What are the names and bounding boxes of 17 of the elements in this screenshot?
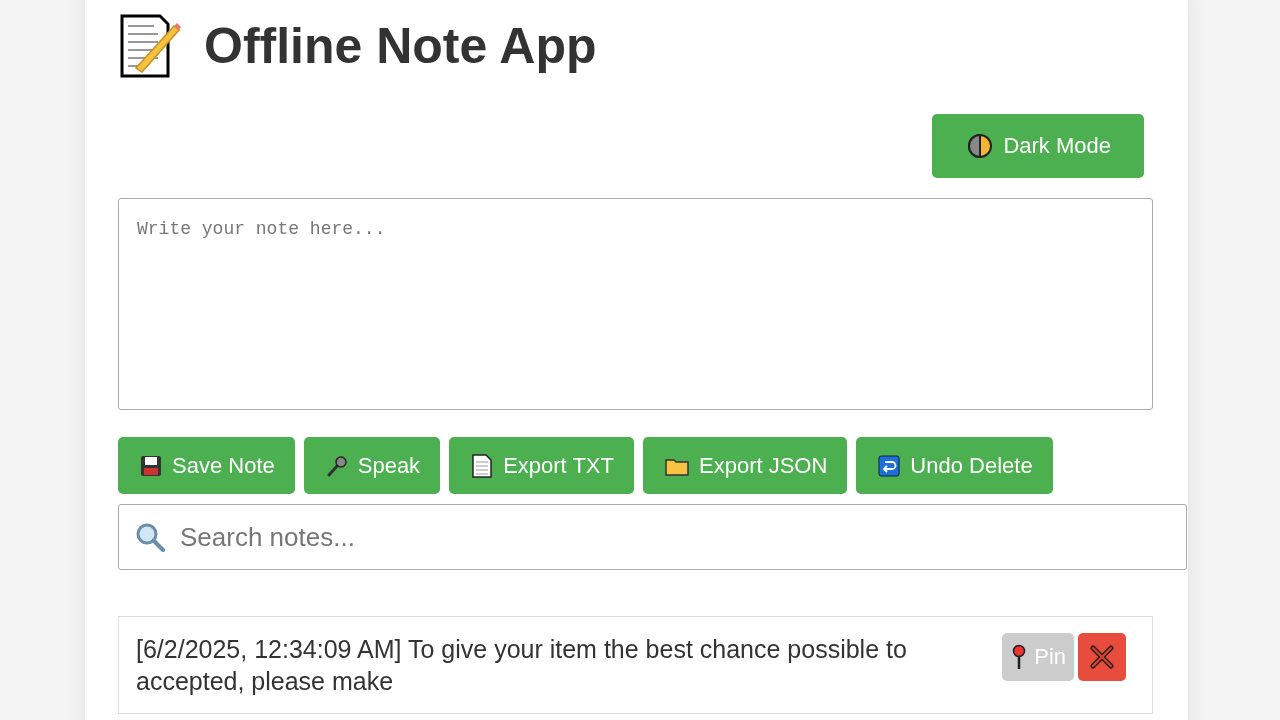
note-input-field[interactable]: Write your note here...: [118, 198, 1153, 410]
search-field[interactable]: Search notes...: [118, 504, 1187, 570]
app-title: Offline Note App: [204, 17, 597, 75]
action-button[interactable]: Export TXT: [449, 437, 634, 494]
close-icon: [1090, 645, 1114, 669]
action-button[interactable]: Export JSON: [643, 437, 848, 494]
action-button[interactable]: Speak: [303, 437, 441, 494]
document-icon: [471, 453, 494, 478]
action-button[interactable]: Undo Delete: [856, 437, 1053, 494]
note-text: [6/2/2025, 12:34:09 AM] To give your item the best chance possible to accepted, please make: [136, 634, 907, 697]
delete-button[interactable]: [1078, 633, 1126, 681]
search-icon: [135, 522, 165, 552]
action-button[interactable]: Save Note: [118, 437, 295, 494]
dark-mode-button[interactable]: Dark Mode: [932, 114, 1144, 178]
memo-pencil-icon: [118, 14, 182, 78]
moon-icon: [967, 133, 994, 159]
pushpin-icon: [1012, 644, 1027, 670]
